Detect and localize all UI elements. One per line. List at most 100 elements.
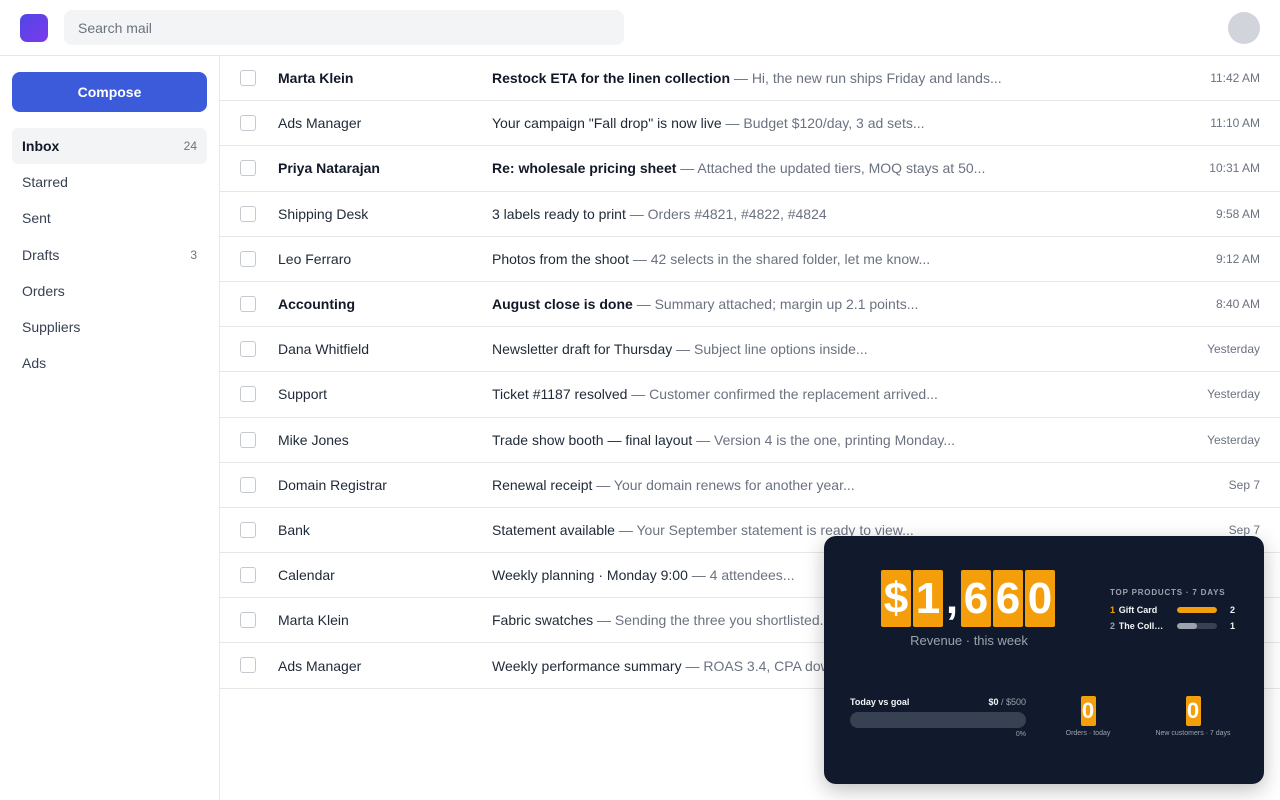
orders-label: Orders · today [1065, 730, 1111, 737]
email-subject-line: 3 labels ready to print — Orders #4821, … [492, 206, 1192, 222]
email-preview: — Your domain renews for another year... [592, 476, 855, 493]
email-sender: Domain Registrar [278, 476, 387, 493]
email-time: 11:10 AM [1210, 116, 1260, 131]
product-bar-track [1177, 623, 1217, 629]
email-subject: Ticket #1187 resolved [492, 386, 628, 403]
product-bar-track [1177, 607, 1217, 613]
email-preview: — 42 selects in the shared folder, let m… [628, 250, 931, 267]
sidebar-item-label: Starred [22, 174, 68, 191]
email-checkbox[interactable] [240, 160, 256, 177]
email-time: Sep 7 [1228, 477, 1260, 492]
revenue-digit: 0 [1025, 570, 1055, 627]
email-checkbox[interactable] [240, 521, 256, 538]
product-count: 2 [1229, 605, 1235, 615]
email-checkbox[interactable] [240, 476, 256, 493]
email-row[interactable]: Marta Klein Restock ETA for the linen col… [220, 56, 1280, 102]
email-checkbox[interactable] [240, 386, 256, 403]
email-subject: Statement available [492, 521, 615, 538]
customers-label: New customers · 7 days [1155, 730, 1231, 737]
product-count: 1 [1229, 621, 1235, 631]
email-sender: Ads Manager [278, 657, 362, 674]
email-checkbox[interactable] [240, 115, 256, 132]
sidebar-item-drafts[interactable]: Drafts 3 [12, 237, 207, 273]
email-row[interactable]: Priya Natarajan Re: wholesale pricing she… [220, 146, 1280, 192]
email-row[interactable]: Ads Manager Your campaign "Fall drop" is … [220, 101, 1280, 147]
email-subject: Newsletter draft for Thursday [492, 341, 673, 358]
email-subject: Weekly planning · Monday 9:00 [492, 567, 688, 584]
email-preview: — Version 4 is the one, printing Monday.… [692, 431, 956, 448]
sidebar-item-starred[interactable]: Starred [12, 164, 207, 200]
goal-progress-bar [850, 712, 1026, 728]
search-bar[interactable] [64, 10, 624, 45]
email-checkbox[interactable] [240, 295, 256, 312]
email-preview: — Customer confirmed the replacement arr… [627, 386, 938, 403]
sidebar-item-suppliers[interactable]: Suppliers [12, 309, 207, 345]
email-sender: Leo Ferraro [278, 250, 352, 267]
email-checkbox[interactable] [240, 205, 256, 222]
email-sender: Bank [278, 521, 310, 538]
search-input[interactable] [78, 19, 624, 36]
email-sender: Dana Whitfield [278, 341, 370, 358]
email-subject: August close is done [492, 296, 633, 313]
avatar[interactable] [1228, 12, 1260, 44]
email-row[interactable]: Mike Jones Trade show booth — final layou… [220, 418, 1280, 463]
email-preview: — Subject line options inside... [672, 341, 868, 358]
email-preview: — Attached the updated tiers, MOQ stays … [676, 160, 986, 177]
revenue-digit: 1 [913, 570, 943, 627]
sidebar-item-label: Orders [22, 282, 65, 299]
inbox-count-badge: 24 [183, 139, 197, 153]
email-row[interactable]: Leo Ferraro Photos from the shoot — 42 se… [220, 237, 1280, 282]
email-checkbox[interactable] [240, 431, 256, 448]
email-checkbox[interactable] [240, 341, 256, 358]
email-time: 9:12 AM [1215, 251, 1260, 266]
email-subject: Fabric swatches [492, 612, 594, 629]
email-subject: Your campaign "Fall drop" is now live [492, 115, 722, 132]
app-logo[interactable] [20, 14, 48, 42]
sidebar-item-sent[interactable]: Sent [12, 200, 207, 236]
email-time: 11:42 AM [1210, 71, 1260, 86]
revenue-separator: , [945, 574, 959, 623]
email-time: Yesterday [1207, 387, 1260, 402]
email-row[interactable]: Support Ticket #1187 resolved — Customer … [220, 372, 1280, 418]
email-preview: — 4 attendees... [687, 567, 795, 584]
product-name: The Collection Snowboard [1118, 621, 1168, 631]
revenue-label: Revenue · this week [910, 633, 1028, 648]
email-preview: — Orders #4821, #4822, #4824 [625, 205, 827, 222]
product-name: Gift Card [1118, 605, 1158, 615]
goal-label: Today vs goal [850, 697, 910, 707]
sidebar-item-ads[interactable]: Ads [12, 345, 207, 381]
email-sender: Support [278, 386, 328, 403]
orders-count: 0 [1080, 696, 1096, 726]
goal-current: $0 [988, 697, 999, 707]
customers-stat: 0 New customers · 7 days [1148, 696, 1238, 737]
sidebar-item-inbox[interactable]: Inbox 24 [12, 128, 207, 164]
goal-total: / $500 [998, 697, 1026, 707]
goal-amount: $0 / $500 [964, 697, 1026, 707]
email-checkbox[interactable] [240, 612, 256, 629]
sidebar-item-label: Drafts [22, 246, 60, 263]
revenue-digit: 6 [961, 570, 991, 627]
email-preview: — Hi, the new run ships Friday and lands… [730, 70, 1002, 87]
sidebar-item-label: Inbox [22, 138, 60, 154]
email-row[interactable]: Shipping Desk 3 labels ready to print — O… [220, 192, 1280, 237]
email-row[interactable]: Dana Whitfield Newsletter draft for Thurs… [220, 327, 1280, 373]
email-checkbox[interactable] [240, 70, 256, 86]
sidebar-item-orders[interactable]: Orders [12, 273, 207, 309]
email-preview: — Sending the three you shortlisted... [593, 612, 832, 629]
email-sender: Accounting [278, 296, 355, 313]
email-checkbox[interactable] [240, 250, 256, 267]
email-checkbox[interactable] [240, 567, 256, 584]
compose-button[interactable]: Compose [12, 72, 207, 112]
email-time: Yesterday [1207, 432, 1260, 447]
email-row[interactable]: Accounting August close is done — Summary… [220, 282, 1280, 328]
email-preview: — Budget $120/day, 3 ad sets... [721, 115, 925, 132]
email-sender: Priya Natarajan [278, 160, 380, 177]
revenue-digit: 6 [993, 570, 1023, 627]
email-sender: Ads Manager [278, 115, 362, 132]
email-checkbox[interactable] [240, 657, 256, 674]
email-sender: Marta Klein [278, 612, 349, 629]
email-row[interactable]: Domain Registrar Renewal receipt — Your d… [220, 463, 1280, 508]
email-subject: Renewal receipt [492, 476, 593, 493]
email-sender: Mike Jones [278, 431, 349, 448]
email-subject: 3 labels ready to print [492, 205, 626, 222]
